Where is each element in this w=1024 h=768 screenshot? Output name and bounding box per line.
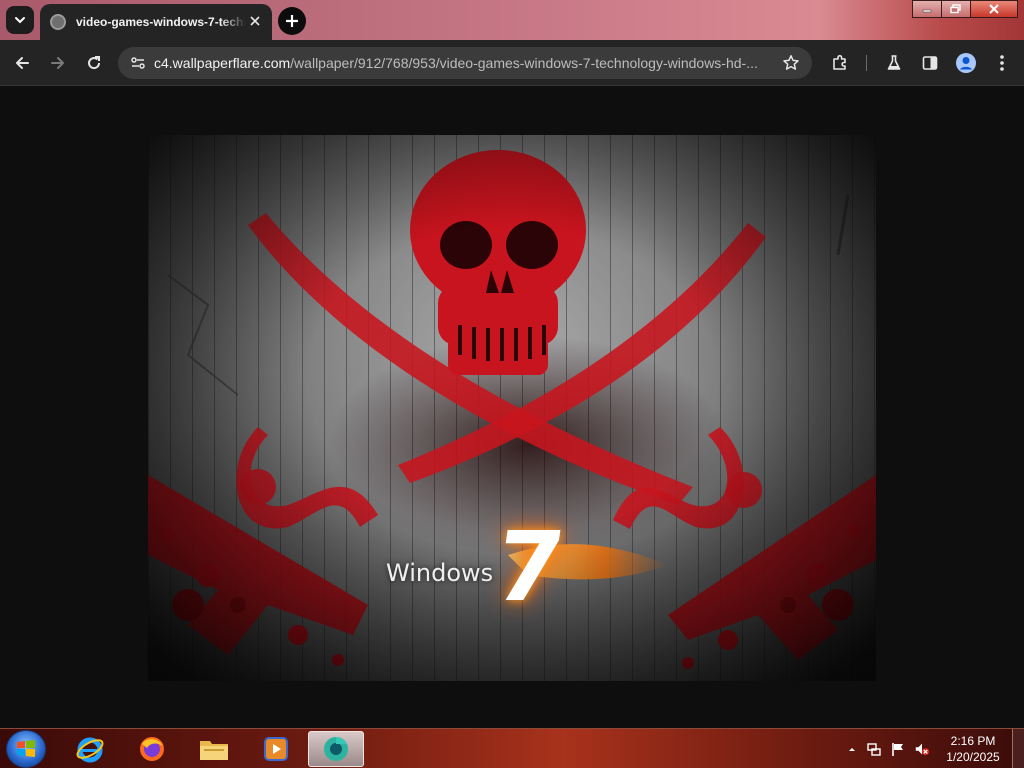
clock-date: 1/20/2025 [946,750,1000,764]
toolbar-separator [866,55,867,71]
close-window-button[interactable] [970,0,1018,18]
forward-button[interactable] [44,49,72,77]
bookmark-star-icon [783,55,799,70]
url-path: /wallpaper/912/768/953/video-games-windo… [290,55,758,71]
internet-explorer-icon [76,737,104,763]
file-explorer-icon [200,741,228,760]
side-panel-button[interactable] [916,49,944,77]
taskbar-clock[interactable]: 2:16 PM 1/20/2025 [940,733,1006,765]
taskbar-item-firefox[interactable] [124,731,180,767]
taskbar: 2:16 PM 1/20/2025 [0,728,1024,768]
url-host: c4.wallpaperflare.com [154,55,291,71]
taskbar-item-internet-explorer[interactable] [62,731,118,767]
more-vert-icon [1000,55,1004,71]
taskbar-item-media-player[interactable] [248,731,304,767]
tab-strip: video-games-windows-7-technology-windows… [0,0,1024,40]
start-button[interactable] [6,730,46,768]
site-info-icon [131,57,145,69]
forward-icon [51,57,64,69]
network-icon [867,743,881,756]
taskbar-item-file-explorer[interactable] [186,731,242,767]
windows-logo-text: Windows [386,559,494,587]
labs-button[interactable] [880,49,908,77]
globe-icon [50,14,66,30]
profile-icon [956,53,976,73]
active-tab[interactable]: video-games-windows-7-technology-windows… [40,4,272,40]
tab-search-button[interactable] [6,6,34,34]
tray-action-center[interactable] [890,741,906,757]
firefox-icon [140,737,164,761]
show-hidden-icons-button[interactable] [844,741,860,757]
clock-time: 2:16 PM [950,734,996,748]
window-controls [912,0,1018,20]
labs-flask-icon [887,55,901,70]
browser-toolbar: c4.wallpaperflare.com/wallpaper/912/768/… [0,40,1024,86]
chevron-up-icon [849,748,855,751]
chrome-icon [324,736,348,761]
extensions-icon [833,54,846,70]
restore-button[interactable] [941,0,971,18]
close-icon [989,4,999,14]
close-icon [250,16,260,26]
action-center-flag-icon [892,743,903,756]
url-text[interactable]: c4.wallpaperflare.com/wallpaper/912/768/… [154,55,770,71]
restore-icon [950,4,961,14]
reload-icon [88,56,101,70]
wallpaper-image: Windows 7 [148,135,876,681]
tray-volume[interactable] [914,741,930,757]
minimize-button[interactable] [912,0,942,18]
media-player-icon [264,737,288,761]
chevron-down-icon [15,17,25,24]
minimize-icon [922,9,932,13]
volume-muted-icon [915,743,930,756]
tab-close-button[interactable] [246,12,264,30]
back-icon [16,57,29,69]
reload-button[interactable] [80,49,108,77]
extensions-button[interactable] [826,49,854,77]
browser-menu-button[interactable] [988,49,1016,77]
new-tab-button[interactable] [278,7,306,35]
profile-button[interactable] [952,49,980,77]
tray-network[interactable] [866,741,882,757]
tab-title: video-games-windows-7-technology-windows… [76,15,246,29]
side-panel-icon [922,56,938,70]
bookmark-button[interactable] [778,50,804,76]
plus-icon [286,15,298,27]
address-bar[interactable]: c4.wallpaperflare.com/wallpaper/912/768/… [118,47,812,79]
back-button[interactable] [8,49,36,77]
taskbar-item-chrome[interactable] [308,731,364,767]
page-content: Windows 7 [0,87,1024,728]
show-desktop-button[interactable] [1012,729,1024,768]
site-info-button[interactable] [122,47,154,79]
windows-logo-icon [17,740,35,757]
